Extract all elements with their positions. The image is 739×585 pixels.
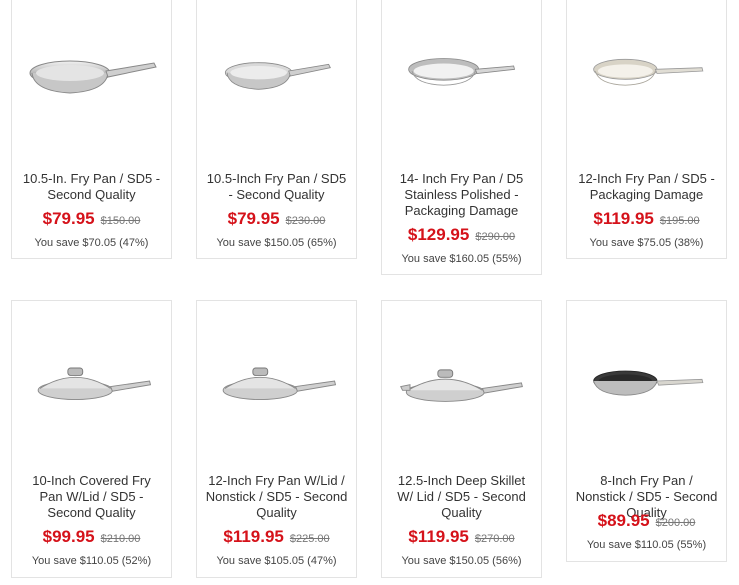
fry-pan-image [592, 58, 703, 86]
product-image[interactable] [197, 11, 356, 131]
savings-text: You save $75.05 (38%) [589, 237, 704, 249]
covered-fry-pan-image [222, 367, 336, 401]
sale-price: $89.95 [597, 511, 650, 530]
sale-price: $99.95 [42, 527, 95, 546]
product-image[interactable] [12, 321, 171, 441]
product-card[interactable]: 14- Inch Fry Pan / D5 Stainless Polished… [381, 0, 542, 275]
price-row: $119.95 $225.00 [197, 527, 356, 547]
product-title[interactable]: 12-Inch Fry Pan / SD5 - Packaging Damage [575, 171, 718, 203]
original-price: $200.00 [655, 517, 696, 529]
covered-fry-pan-image [37, 367, 151, 401]
sale-price: $129.95 [407, 225, 470, 244]
fry-pan-image [29, 60, 157, 94]
price-row: $79.95 $230.00 [197, 209, 356, 229]
product-title[interactable]: 12.5-Inch Deep Skillet W/ Lid / SD5 - Se… [390, 473, 533, 521]
product-card[interactable]: 10.5-In. Fry Pan / SD5 - Second Quality … [11, 0, 172, 259]
product-card[interactable]: 12.5-Inch Deep Skillet W/ Lid / SD5 - Se… [381, 300, 542, 578]
product-image[interactable] [382, 11, 541, 131]
price-row: $129.95 $290.00 [382, 225, 541, 245]
product-title[interactable]: 10.5-Inch Fry Pan / SD5 - Second Quality [205, 171, 348, 203]
product-card[interactable]: 12-Inch Fry Pan W/Lid / Nonstick / SD5 -… [196, 300, 357, 578]
price-row: $119.95 $270.00 [382, 527, 541, 547]
savings-text: You save $150.05 (56%) [401, 555, 522, 567]
sale-price: $119.95 [223, 527, 284, 546]
savings-text: You save $70.05 (47%) [34, 237, 149, 249]
original-price: $210.00 [100, 533, 141, 545]
savings-text: You save $110.05 (55%) [586, 539, 707, 551]
nonstick-fry-pan-image [592, 370, 703, 396]
product-image[interactable] [567, 11, 726, 131]
price-row: $119.95 $195.00 [567, 209, 726, 229]
fry-pan-image [407, 58, 515, 86]
original-price: $230.00 [285, 215, 326, 227]
sale-price: $79.95 [227, 209, 280, 228]
product-image[interactable] [382, 321, 541, 441]
price-row: $89.95 $200.00 [567, 511, 726, 531]
product-title[interactable]: 10-Inch Covered Fry Pan W/Lid / SD5 - Se… [20, 473, 163, 521]
sale-price: $119.95 [593, 209, 654, 228]
original-price: $290.00 [475, 231, 516, 243]
original-price: $150.00 [100, 215, 141, 227]
price-row: $99.95 $210.00 [12, 527, 171, 547]
product-card[interactable]: 12-Inch Fry Pan / SD5 - Packaging Damage… [566, 0, 727, 259]
savings-text: You save $160.05 (55%) [401, 253, 522, 265]
original-price: $225.00 [289, 533, 330, 545]
product-title[interactable]: 12-Inch Fry Pan W/Lid / Nonstick / SD5 -… [205, 473, 348, 521]
product-image[interactable] [12, 11, 171, 131]
fry-pan-image [224, 62, 331, 90]
product-title[interactable]: 14- Inch Fry Pan / D5 Stainless Polished… [390, 171, 533, 219]
product-card[interactable]: 10-Inch Covered Fry Pan W/Lid / SD5 - Se… [11, 300, 172, 578]
covered-deep-skillet-image [399, 369, 523, 402]
product-image[interactable] [567, 321, 726, 441]
product-card[interactable]: 8-Inch Fry Pan / Nonstick / SD5 - Second… [566, 300, 727, 562]
product-image[interactable] [197, 321, 356, 441]
original-price: $195.00 [659, 215, 700, 227]
price-row: $79.95 $150.00 [12, 209, 171, 229]
product-title[interactable]: 10.5-In. Fry Pan / SD5 - Second Quality [20, 171, 163, 203]
sale-price: $79.95 [42, 209, 95, 228]
savings-text: You save $105.05 (47%) [216, 555, 337, 567]
savings-text: You save $150.05 (65%) [216, 237, 337, 249]
original-price: $270.00 [474, 533, 515, 545]
product-card[interactable]: 10.5-Inch Fry Pan / SD5 - Second Quality… [196, 0, 357, 259]
sale-price: $119.95 [408, 527, 469, 546]
savings-text: You save $110.05 (52%) [31, 555, 152, 567]
